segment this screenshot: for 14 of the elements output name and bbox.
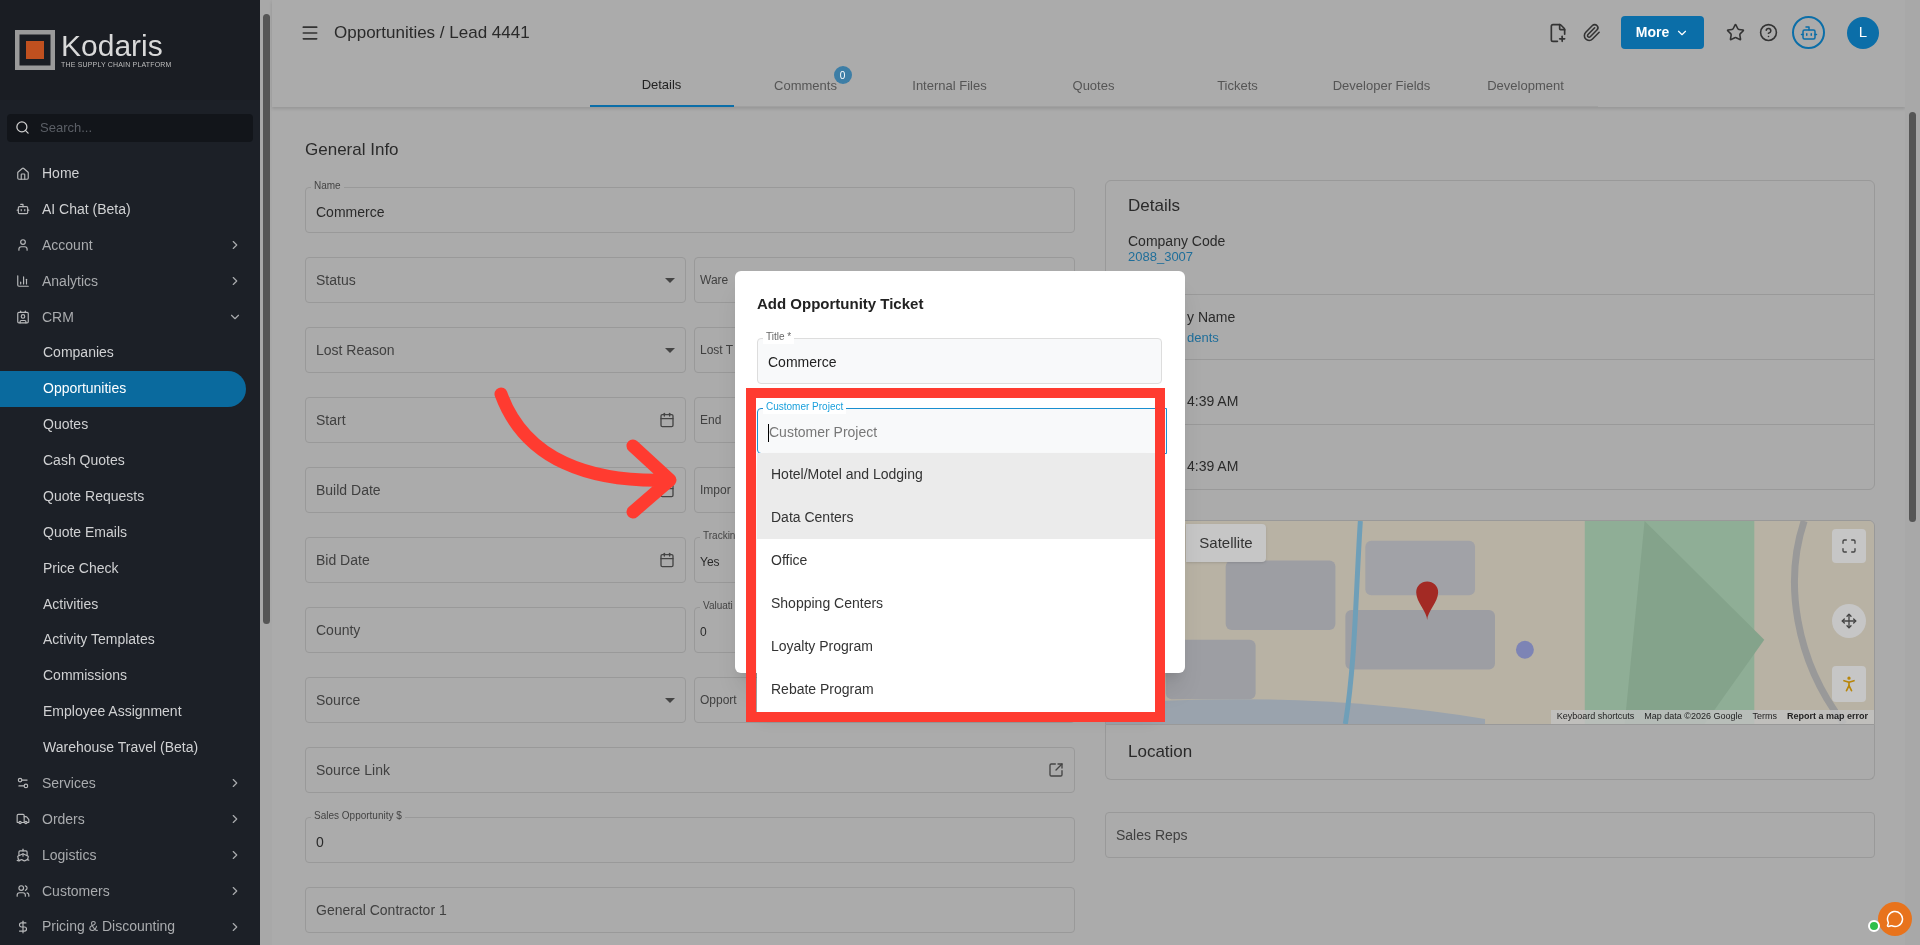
logo-text: Kodaris (61, 31, 163, 62)
detail-label: Company Code (1128, 232, 1226, 249)
card-title: Location (1128, 741, 1193, 764)
section-title: General Info (305, 139, 399, 161)
dialog-title: Add Opportunity Ticket (757, 294, 924, 314)
field-label: Title * (763, 329, 795, 344)
detail-value: 4:39 AM (1187, 391, 1239, 411)
field-label: Sales Opportunity $ (311, 809, 405, 823)
detail-value: 4:39 AM (1187, 456, 1239, 476)
field-label: Customer Project (763, 399, 847, 414)
detail-label: y Name (1187, 307, 1236, 327)
page-title: Opportunities / Lead 4441 (334, 21, 531, 44)
count-badge: 0 (833, 66, 852, 84)
card-title: Details (1128, 195, 1180, 217)
